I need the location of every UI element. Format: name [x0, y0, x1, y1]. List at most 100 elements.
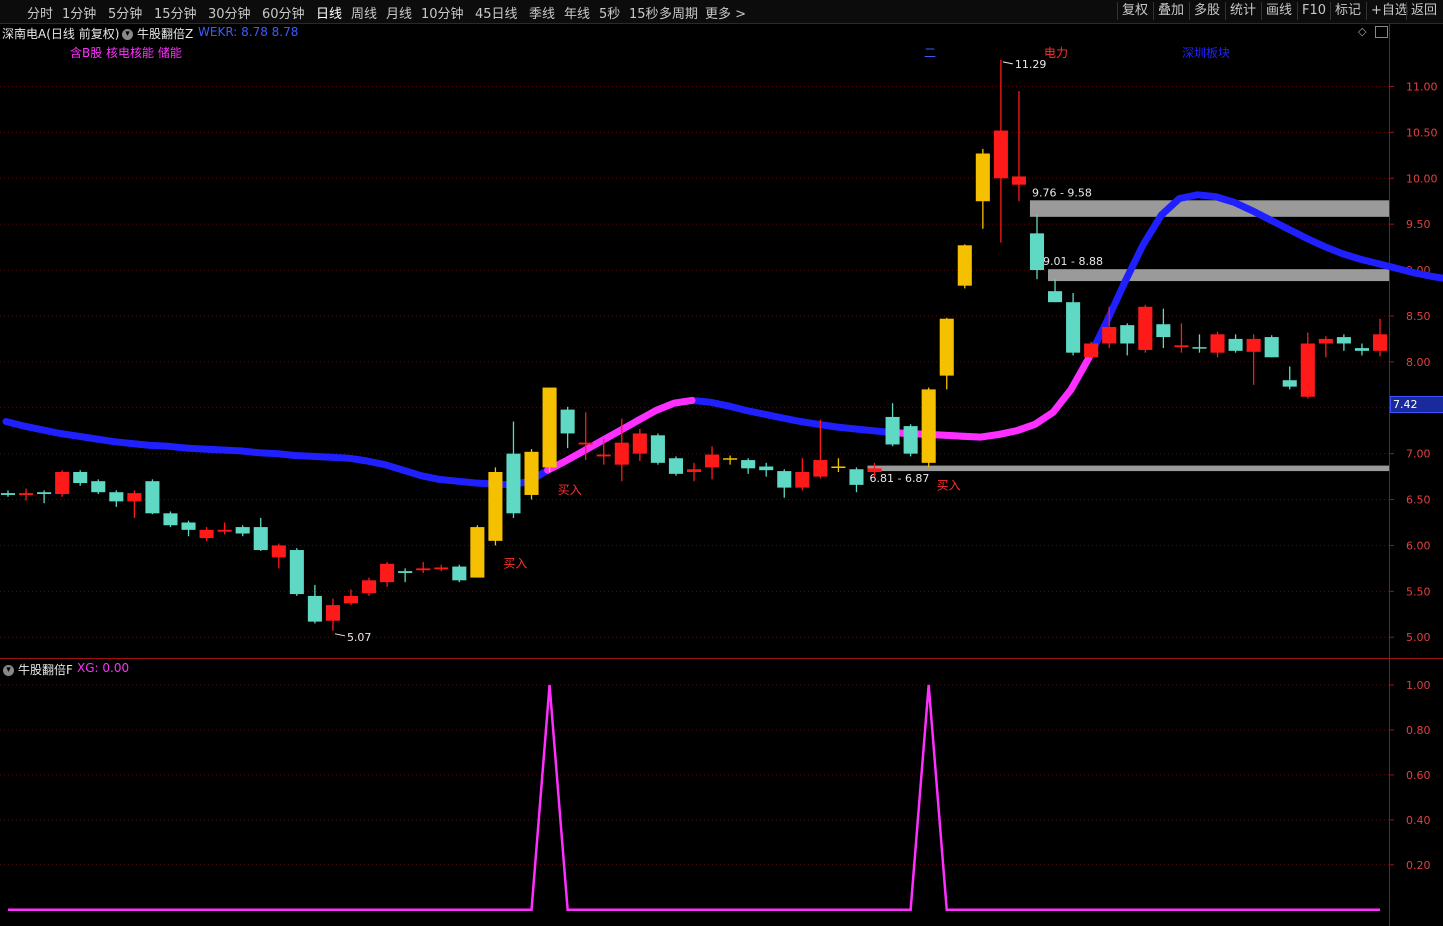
candle[interactable]: [1156, 308, 1171, 349]
period-tab-0[interactable]: 分时: [27, 3, 53, 22]
candle[interactable]: [1228, 334, 1243, 353]
candle[interactable]: [1138, 304, 1153, 353]
indicator-chart[interactable]: 0.20 0.40 0.60 0.80 1.00: [0, 659, 1443, 926]
candle[interactable]: [1084, 341, 1099, 359]
candle[interactable]: [73, 470, 88, 486]
candle[interactable]: [1174, 323, 1189, 353]
candle[interactable]: [795, 458, 810, 491]
period-tab-1[interactable]: 1分钟: [62, 3, 96, 22]
candle[interactable]: [542, 387, 557, 473]
period-tab-9[interactable]: 10分钟: [421, 3, 464, 22]
candle[interactable]: [398, 568, 413, 583]
candle[interactable]: [217, 522, 232, 535]
candle[interactable]: [416, 561, 431, 573]
candle[interactable]: [271, 543, 286, 569]
period-tab-14[interactable]: 15秒: [629, 3, 659, 22]
candle[interactable]: [19, 488, 34, 501]
candle[interactable]: [1264, 335, 1279, 358]
toolbar-button-4[interactable]: 画线: [1261, 2, 1296, 20]
candle[interactable]: [380, 561, 395, 587]
candle[interactable]: [921, 387, 936, 468]
period-tab-8[interactable]: 月线: [386, 3, 412, 22]
candlestick-chart[interactable]: 5.005.506.006.507.007.508.008.509.009.50…: [0, 23, 1443, 659]
candle[interactable]: [723, 455, 738, 465]
period-tab-4[interactable]: 30分钟: [208, 3, 251, 22]
toolbar-button-3[interactable]: 统计: [1225, 2, 1260, 20]
candle[interactable]: [55, 470, 70, 497]
candle[interactable]: [1318, 336, 1333, 358]
period-tab-11[interactable]: 季线: [529, 3, 555, 22]
candle[interactable]: [163, 511, 178, 528]
candle[interactable]: [91, 479, 106, 495]
candle[interactable]: [560, 406, 575, 449]
candle[interactable]: [777, 469, 792, 498]
candle[interactable]: [253, 517, 268, 551]
candle[interactable]: [903, 424, 918, 457]
candle[interactable]: [1372, 318, 1388, 357]
candle[interactable]: [957, 244, 972, 289]
candle[interactable]: [307, 584, 322, 624]
toolbar-button-8[interactable]: 返回: [1406, 2, 1441, 20]
candle[interactable]: [885, 403, 900, 447]
candle[interactable]: [488, 467, 503, 546]
toolbar-button-1[interactable]: 叠加: [1153, 2, 1188, 20]
candle[interactable]: [1354, 343, 1369, 356]
candle[interactable]: [37, 490, 52, 504]
period-tab-3[interactable]: 15分钟: [154, 3, 197, 22]
candle[interactable]: [470, 525, 485, 578]
candle[interactable]: [1210, 331, 1225, 358]
candle[interactable]: [1246, 334, 1261, 385]
candle[interactable]: [668, 456, 683, 476]
candle[interactable]: [325, 598, 340, 631]
candle[interactable]: [759, 462, 774, 477]
candle[interactable]: [127, 490, 142, 518]
period-tab-15[interactable]: 多周期: [659, 3, 698, 22]
candle[interactable]: [145, 479, 160, 515]
candle[interactable]: [1048, 279, 1063, 303]
candle[interactable]: [452, 564, 467, 583]
candle[interactable]: [1282, 366, 1297, 390]
candle[interactable]: [1336, 334, 1351, 351]
candle[interactable]: [939, 317, 954, 390]
candle[interactable]: [632, 428, 647, 461]
candle[interactable]: [524, 449, 539, 500]
candle[interactable]: [0, 490, 16, 497]
candle[interactable]: [109, 490, 124, 507]
candle[interactable]: [705, 446, 720, 480]
candle[interactable]: [1011, 91, 1026, 202]
period-tab-6[interactable]: 日线: [316, 3, 342, 22]
candle[interactable]: [1066, 293, 1081, 356]
candle[interactable]: [362, 577, 377, 596]
candle[interactable]: [506, 421, 521, 518]
candle[interactable]: [235, 525, 250, 537]
candle[interactable]: [1300, 332, 1315, 399]
high-arrow: [1002, 61, 1013, 65]
candle[interactable]: [1192, 334, 1207, 353]
period-tab-7[interactable]: 周线: [351, 3, 377, 22]
period-tab-13[interactable]: 5秒: [599, 3, 620, 22]
candle[interactable]: [199, 527, 214, 541]
period-tab-16[interactable]: 更多 >: [705, 3, 746, 22]
candle[interactable]: [686, 462, 702, 482]
candle[interactable]: [993, 59, 1008, 243]
candle[interactable]: [650, 433, 665, 465]
candle[interactable]: [343, 589, 359, 606]
toolbar-button-0[interactable]: 复权: [1117, 2, 1152, 20]
candle[interactable]: [1120, 323, 1135, 356]
candle[interactable]: [831, 458, 846, 473]
toolbar-button-6[interactable]: 标记: [1330, 2, 1365, 20]
period-tab-2[interactable]: 5分钟: [108, 3, 142, 22]
candle[interactable]: [975, 148, 990, 229]
toolbar-button-5[interactable]: F10: [1297, 2, 1330, 20]
candle[interactable]: [741, 458, 756, 474]
candle[interactable]: [849, 467, 864, 493]
period-tab-5[interactable]: 60分钟: [262, 3, 305, 22]
period-tab-10[interactable]: 45日线: [475, 3, 518, 22]
candle[interactable]: [434, 564, 449, 572]
price-tick-label: 10.00: [1406, 172, 1438, 185]
toolbar-button-2[interactable]: 多股: [1189, 2, 1224, 20]
candle-body: [632, 433, 647, 454]
candle[interactable]: [181, 520, 196, 537]
candle[interactable]: [289, 548, 304, 596]
period-tab-12[interactable]: 年线: [564, 3, 590, 22]
